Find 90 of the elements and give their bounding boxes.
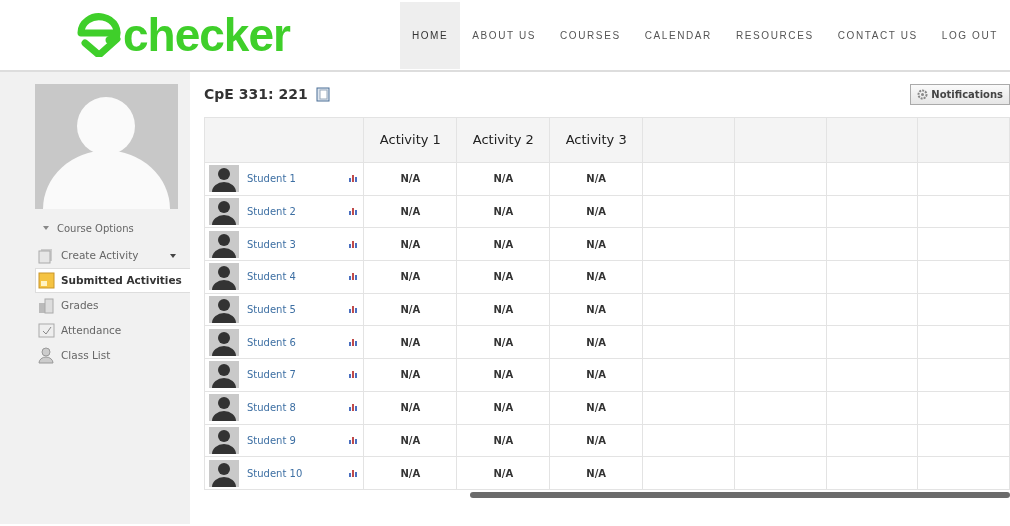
person-icon — [38, 347, 55, 364]
student-avatar-icon — [209, 328, 239, 356]
table-cell: N/A — [363, 358, 457, 392]
bar-chart-icon[interactable] — [349, 436, 358, 444]
table-cell: N/A — [456, 456, 550, 490]
notifications-button[interactable]: Notifications — [910, 84, 1010, 105]
nav-link[interactable]: HOME — [399, 1, 461, 69]
sidebar-item[interactable]: Submitted Activities — [35, 268, 190, 293]
student-link[interactable]: Student 4 — [247, 269, 296, 285]
table-cell: N/A — [363, 293, 457, 326]
sidebar-item[interactable]: Grades — [35, 293, 190, 318]
table-cell: N/A — [456, 293, 550, 326]
student-link[interactable]: Student 7 — [247, 367, 296, 383]
bar-chart-icon[interactable] — [349, 306, 358, 314]
student-avatar-icon — [209, 230, 239, 258]
nav-link[interactable]: ABOUT US — [460, 1, 549, 69]
table-cell: N/A — [549, 424, 643, 457]
bar-chart-icon[interactable] — [349, 175, 358, 183]
student-avatar-icon — [209, 165, 239, 193]
caret-icon — [43, 226, 49, 230]
student-link[interactable]: Student 3 — [247, 236, 296, 252]
student-avatar-icon — [209, 198, 239, 226]
bar-chart-icon[interactable] — [349, 338, 358, 346]
bar-chart-icon[interactable] — [349, 371, 358, 379]
table-cell: N/A — [549, 391, 643, 424]
caret-icon — [170, 253, 176, 258]
table-cell: N/A — [456, 195, 550, 228]
student-avatar-icon — [209, 263, 239, 291]
nav-link[interactable]: LOG OUT — [929, 1, 1010, 69]
table-cell: N/A — [456, 325, 550, 359]
bar-chart-icon[interactable] — [349, 208, 358, 216]
sidebar-item[interactable]: Class List — [35, 343, 190, 368]
logo-icon — [75, 13, 123, 57]
scrollbar[interactable] — [470, 491, 1010, 498]
bar-chart-icon[interactable] — [349, 240, 358, 248]
student-link[interactable]: Student 5 — [247, 302, 296, 318]
bar-chart-icon[interactable] — [349, 404, 358, 412]
table-cell: N/A — [363, 456, 457, 490]
table-cell: N/A — [456, 260, 550, 294]
section-label: Course Options — [57, 221, 134, 236]
logo-text: checker — [123, 12, 290, 58]
bar-chart-icon[interactable] — [349, 469, 358, 477]
table-cell: N/A — [456, 424, 550, 457]
table-cell: N/A — [456, 162, 550, 196]
student-link[interactable]: Student 1 — [247, 171, 296, 187]
student-avatar-icon — [209, 296, 239, 324]
column-header: Activity 2 — [456, 117, 550, 163]
student-link[interactable]: Student 6 — [247, 334, 296, 350]
table-cell: N/A — [363, 195, 457, 228]
table-cell: N/A — [549, 456, 643, 490]
table-cell: N/A — [363, 391, 457, 424]
sidebar-item[interactable]: Create Activity — [35, 243, 190, 268]
avatar-placeholder-icon — [35, 84, 178, 209]
table-cell: N/A — [549, 227, 643, 261]
course-title: CpE 331: 221 — [204, 85, 308, 104]
student-link[interactable]: Student 9 — [247, 432, 296, 448]
student-link[interactable]: Student 8 — [247, 400, 296, 416]
table-cell: N/A — [456, 227, 550, 261]
sidebar-item[interactable]: Attendance — [35, 318, 190, 343]
table-cell: N/A — [363, 227, 457, 261]
table-cell: N/A — [363, 424, 457, 457]
copy-icon — [38, 247, 55, 264]
table-cell: N/A — [363, 260, 457, 294]
bar-chart-icon[interactable] — [349, 273, 358, 281]
table-cell: N/A — [456, 391, 550, 424]
board-icon — [38, 322, 55, 339]
stack-icon — [38, 297, 55, 314]
table-cell: N/A — [549, 162, 643, 196]
table-cell: N/A — [549, 325, 643, 359]
note-icon — [38, 272, 55, 289]
student-avatar-icon — [209, 394, 239, 422]
table-cell: N/A — [363, 325, 457, 359]
nav-link[interactable]: CALENDAR — [632, 1, 724, 69]
table-cell: N/A — [549, 293, 643, 326]
student-link[interactable]: Student 10 — [247, 465, 303, 481]
gear-icon — [917, 89, 929, 100]
nav-link[interactable]: RESOURCES — [723, 1, 826, 69]
column-header: Activity 1 — [363, 117, 457, 163]
table-cell: N/A — [549, 260, 643, 294]
student-link[interactable]: Student 2 — [247, 204, 296, 220]
student-avatar-icon — [209, 459, 239, 487]
table-cell: N/A — [363, 162, 457, 196]
column-header: Activity 3 — [549, 117, 643, 163]
student-avatar-icon — [209, 426, 239, 454]
nav-link[interactable]: COURSES — [548, 1, 633, 69]
table-cell: N/A — [549, 195, 643, 228]
nav-link[interactable]: CONTACT US — [825, 1, 930, 69]
student-avatar-icon — [209, 361, 239, 389]
table-cell: N/A — [456, 358, 550, 392]
table-cell: N/A — [549, 358, 643, 392]
